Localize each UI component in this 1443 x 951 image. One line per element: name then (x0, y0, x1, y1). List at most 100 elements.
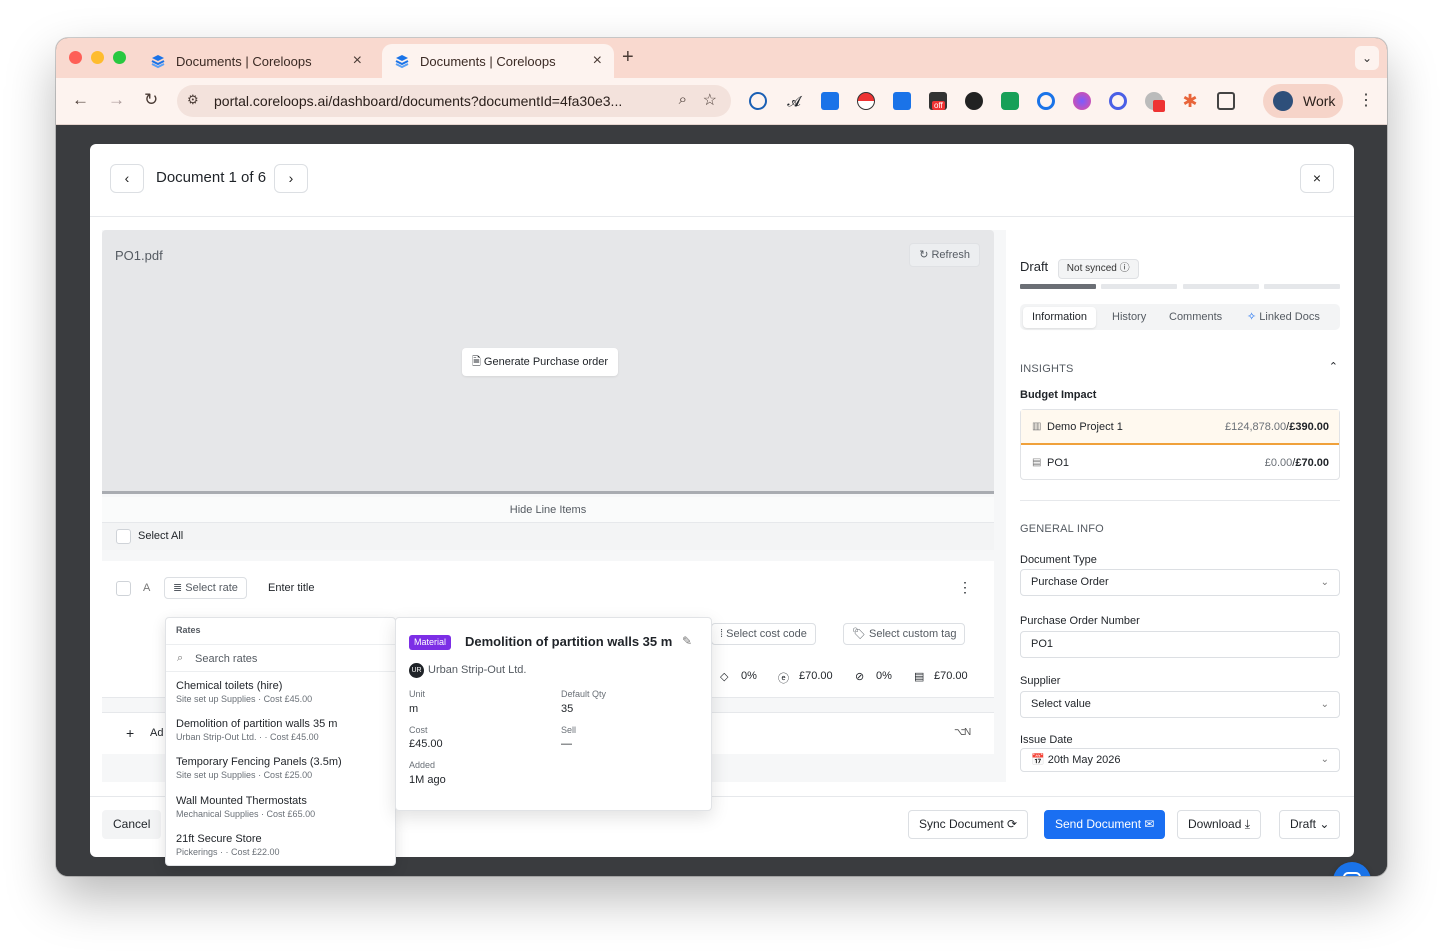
document-type-select[interactable]: Purchase Order ⌄ (1020, 569, 1340, 596)
progress-step (1183, 284, 1259, 289)
tab-search-chevron-icon[interactable]: ⌄ (1355, 46, 1379, 70)
bookmark-star-icon[interactable]: ☆ (703, 90, 717, 110)
browser-tab-2-active[interactable]: Documents | Coreloops × (382, 44, 614, 78)
new-tab-icon[interactable]: + (622, 46, 634, 69)
download-button[interactable]: Download ⤓ (1177, 810, 1262, 839)
puzzle-extensions-icon[interactable] (1217, 92, 1235, 110)
line-item-title-input[interactable]: Enter title (268, 582, 314, 594)
mail-icon: ✉ (1144, 817, 1155, 831)
rate-group: Site set up Supplies (176, 694, 256, 704)
status-row: Draft Not synced ⓘ (1020, 259, 1139, 279)
document-info-panel: Draft Not synced ⓘ Information History C… (1020, 230, 1340, 782)
issue-date-picker[interactable]: 📅 20th May 2026 ⌄ (1020, 748, 1340, 772)
profile-button[interactable]: Work (1263, 84, 1343, 118)
download-extension-icon[interactable] (893, 92, 911, 110)
chevron-right-icon: › (288, 170, 294, 186)
minimize-window-button[interactable] (91, 51, 104, 64)
previous-document-button[interactable]: ‹ (110, 164, 144, 193)
close-tab-icon[interactable]: × (353, 52, 362, 70)
next-document-button[interactable]: › (274, 164, 308, 193)
rate-option[interactable]: Demolition of partition walls 35 m Urban… (176, 718, 337, 742)
tab-comments[interactable]: Comments (1160, 307, 1231, 328)
select-rate-button[interactable]: ≣ Select rate (164, 577, 247, 599)
snowflake-extension-icon[interactable] (821, 92, 839, 110)
rates-heading: Rates (176, 625, 201, 635)
forward-arrow-icon[interactable]: → (108, 90, 125, 110)
supplier-select[interactable]: Select value ⌄ (1020, 691, 1340, 718)
sunburst-extension-icon[interactable]: ✱ (1181, 92, 1199, 110)
loop-extension-icon[interactable] (1109, 92, 1127, 110)
tax-value[interactable]: 0% (876, 670, 892, 682)
generate-purchase-order-button[interactable]: 🗎 Generate Purchase order (462, 348, 619, 376)
line-item-checkbox[interactable] (116, 581, 131, 596)
select-custom-tag-button[interactable]: 🏷 Select custom tag (843, 623, 966, 645)
generate-label: Generate Purchase order (483, 356, 609, 368)
sync-document-button[interactable]: Sync Document ⟳ (908, 810, 1029, 839)
draft-status-button[interactable]: Draft ⌄ (1279, 810, 1341, 839)
close-window-button[interactable] (69, 51, 82, 64)
maximize-window-button[interactable] (113, 51, 126, 64)
rate-group: Urban Strip-Out Ltd. (176, 732, 257, 742)
signature-extension-icon[interactable]: 𝓐 (785, 92, 803, 110)
cost-value: £45.00 (409, 738, 443, 750)
chevron-down-icon: ⌄ (1320, 699, 1329, 710)
general-info-heading: GENERAL INFO (1020, 523, 1104, 535)
site-settings-icon[interactable]: ⚙ (187, 92, 199, 108)
browser-menu-icon[interactable]: ⋮ (1358, 90, 1374, 110)
sparkle-icon: ✧ (1247, 311, 1257, 323)
rate-option[interactable]: 21ft Secure Store Pickerings · · Cost £2… (176, 833, 280, 857)
rate-detail-title: Demolition of partition walls 35 m (465, 634, 673, 649)
rate-type-pill: Material (409, 635, 452, 650)
plus-icon: + (126, 725, 135, 741)
download-label: Download (1188, 817, 1242, 831)
url-text[interactable]: portal.coreloops.ai/dashboard/documents?… (214, 93, 622, 109)
chevron-left-icon: ‹ (124, 170, 130, 186)
password-manager-icon[interactable] (749, 92, 767, 110)
rate-option[interactable]: Chemical toilets (hire) Site set up Supp… (176, 680, 312, 704)
select-cost-code-button[interactable]: ⁞ Select cost code (711, 623, 816, 645)
audio-extension-icon[interactable] (1073, 92, 1091, 110)
c-extension-icon[interactable] (1037, 92, 1055, 110)
reload-icon[interactable]: ↻ (144, 90, 158, 110)
cancel-button[interactable]: Cancel (102, 810, 162, 839)
discount-value[interactable]: 0% (741, 670, 757, 682)
disc-extension-icon[interactable] (965, 92, 983, 110)
send-document-button[interactable]: Send Document ✉ (1044, 810, 1166, 839)
close-tab-icon[interactable]: × (593, 52, 602, 70)
hide-line-items-toggle[interactable]: Hide Line Items (102, 497, 994, 523)
page-backdrop: ‹ Document 1 of 6 › × PO1.pdf ↻ Refresh … (56, 125, 1387, 876)
rate-option[interactable]: Temporary Fencing Panels (3.5m) Site set… (176, 756, 342, 780)
po-number-input[interactable]: PO1 (1020, 631, 1340, 658)
status-label: Draft (1020, 259, 1049, 274)
refresh-button[interactable]: ↻ Refresh (909, 243, 980, 267)
pdf-preview: PO1.pdf ↻ Refresh 🗎 Generate Purchase or… (102, 230, 994, 494)
budget-delta: £390.00 (1289, 421, 1329, 433)
tab-linked-docs[interactable]: ✧ Linked Docs (1238, 307, 1329, 328)
close-modal-button[interactable]: × (1300, 164, 1334, 193)
pokeball-extension-icon[interactable] (857, 92, 875, 110)
chevron-down-icon: ⌄ (1319, 817, 1330, 831)
select-all-checkbox[interactable] (116, 529, 131, 544)
more-options-icon[interactable]: ⋮ (958, 579, 972, 596)
browser-tab-1[interactable]: Documents | Coreloops × (138, 44, 374, 78)
browser-window: Documents | Coreloops × Documents | Core… (56, 38, 1387, 876)
discount-icon: ◇ (720, 671, 729, 683)
green-extension-icon[interactable] (1001, 92, 1019, 110)
coreloops-logo-icon (151, 55, 165, 69)
edit-pencil-icon[interactable]: ✎ (682, 634, 692, 648)
blocked-extension-icon[interactable] (1145, 92, 1165, 112)
unit-price-value[interactable]: £70.00 (799, 670, 833, 682)
back-arrow-icon[interactable]: ← (72, 90, 89, 110)
rate-cost: Cost £25.00 (263, 770, 313, 780)
tab-information[interactable]: Information (1023, 307, 1097, 328)
support-chat-button[interactable] (1333, 862, 1371, 876)
collapse-chevron-icon[interactable]: ⌃ (1329, 360, 1338, 373)
rates-search-input[interactable]: ⌕ Search rates (166, 644, 395, 672)
address-bar[interactable]: ⚙ portal.coreloops.ai/dashboard/document… (177, 85, 731, 117)
zoom-icon[interactable]: ⌕ (679, 91, 687, 108)
tab-history[interactable]: History (1103, 307, 1155, 328)
cost-label: Cost (409, 725, 428, 735)
rate-option[interactable]: Wall Mounted Thermostats Mechanical Supp… (176, 795, 315, 819)
off-extension-icon[interactable]: off (929, 92, 947, 110)
extension-badge: off (932, 101, 945, 110)
